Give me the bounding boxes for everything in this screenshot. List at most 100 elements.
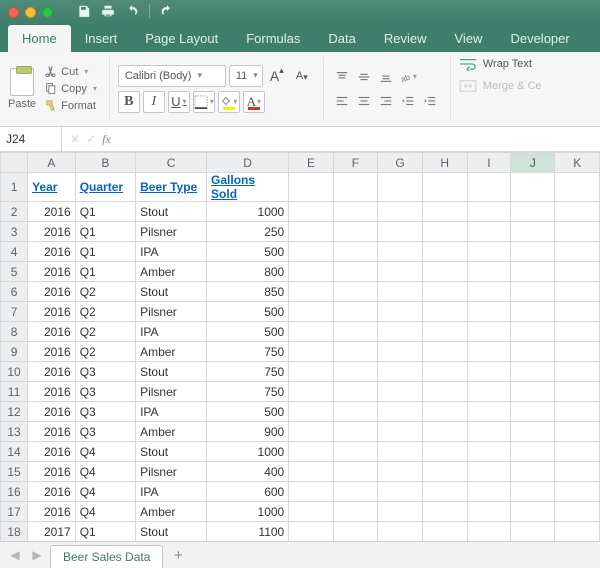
cell[interactable]: Q3	[75, 382, 135, 402]
cell[interactable]	[289, 342, 334, 362]
cell[interactable]	[467, 222, 511, 242]
col-header-a[interactable]: A	[28, 153, 76, 173]
fx-icon[interactable]: fx	[102, 132, 111, 147]
cell[interactable]: 2016	[28, 362, 76, 382]
copy-button[interactable]: Copy▾	[42, 81, 99, 96]
cell[interactable]	[333, 502, 377, 522]
cell[interactable]	[333, 422, 377, 442]
cell[interactable]: 750	[207, 362, 289, 382]
cell[interactable]: Amber	[136, 342, 207, 362]
minimize-window-icon[interactable]	[25, 7, 36, 18]
cell[interactable]: 1100	[207, 522, 289, 542]
cell[interactable]	[555, 302, 600, 322]
cell[interactable]: Q2	[75, 282, 135, 302]
cell[interactable]	[422, 522, 467, 542]
cell[interactable]	[333, 342, 377, 362]
tab-home[interactable]: Home	[8, 25, 71, 52]
cell[interactable]	[422, 242, 467, 262]
borders-button[interactable]: ▾	[193, 91, 215, 113]
cell[interactable]	[378, 202, 423, 222]
cell[interactable]	[555, 462, 600, 482]
tab-view[interactable]: View	[441, 25, 497, 52]
header-cell[interactable]: Year	[28, 173, 76, 202]
cell[interactable]	[333, 442, 377, 462]
cell[interactable]	[333, 462, 377, 482]
align-bottom-button[interactable]	[376, 67, 396, 87]
cell[interactable]	[378, 342, 423, 362]
format-painter-button[interactable]: Format	[42, 98, 99, 113]
cell[interactable]: 1000	[207, 202, 289, 222]
col-header-i[interactable]: I	[467, 153, 511, 173]
cell[interactable]: Q4	[75, 442, 135, 462]
cell[interactable]	[422, 322, 467, 342]
redo-icon[interactable]	[160, 4, 174, 21]
cell[interactable]	[378, 262, 423, 282]
cell[interactable]: IPA	[136, 322, 207, 342]
cell[interactable]	[378, 402, 423, 422]
cell[interactable]: Q2	[75, 302, 135, 322]
cell[interactable]	[289, 442, 334, 462]
cell[interactable]: 2016	[28, 222, 76, 242]
cell[interactable]: 2016	[28, 342, 76, 362]
cell[interactable]	[333, 202, 377, 222]
cell[interactable]	[422, 173, 467, 202]
cell[interactable]	[422, 442, 467, 462]
cell[interactable]: 1000	[207, 442, 289, 462]
col-header-j[interactable]: J	[511, 153, 555, 173]
cell[interactable]: 2016	[28, 242, 76, 262]
cell[interactable]: Q1	[75, 242, 135, 262]
cell[interactable]	[378, 382, 423, 402]
cell[interactable]	[555, 262, 600, 282]
cell[interactable]	[467, 442, 511, 462]
tab-formulas[interactable]: Formulas	[232, 25, 314, 52]
header-cell[interactable]: Beer Type	[136, 173, 207, 202]
cell[interactable]: Pilsner	[136, 302, 207, 322]
cell[interactable]	[289, 242, 334, 262]
select-all-corner[interactable]	[1, 153, 28, 173]
cell[interactable]: 400	[207, 462, 289, 482]
cell[interactable]	[289, 522, 334, 542]
grow-font-button[interactable]: A▴	[266, 65, 288, 87]
cell[interactable]: 900	[207, 422, 289, 442]
cell[interactable]	[467, 522, 511, 542]
cell[interactable]	[378, 482, 423, 502]
decrease-indent-button[interactable]	[398, 91, 418, 111]
cell[interactable]	[467, 422, 511, 442]
cell[interactable]	[333, 282, 377, 302]
cell[interactable]	[422, 462, 467, 482]
merge-center-button[interactable]: Merge & Ce	[459, 79, 542, 93]
cell[interactable]	[422, 222, 467, 242]
cell[interactable]	[422, 402, 467, 422]
row-header[interactable]: 11	[1, 382, 28, 402]
cell[interactable]	[555, 362, 600, 382]
header-cell[interactable]: Gallons Sold	[207, 173, 289, 202]
cell[interactable]	[378, 502, 423, 522]
cell[interactable]	[378, 442, 423, 462]
row-header[interactable]: 12	[1, 402, 28, 422]
col-header-k[interactable]: K	[555, 153, 600, 173]
cell[interactable]	[289, 282, 334, 302]
row-header[interactable]: 13	[1, 422, 28, 442]
row-header[interactable]: 4	[1, 242, 28, 262]
cell[interactable]	[378, 282, 423, 302]
cell[interactable]	[289, 302, 334, 322]
cell[interactable]: 2016	[28, 402, 76, 422]
cell[interactable]	[467, 502, 511, 522]
cell[interactable]: Q4	[75, 462, 135, 482]
cell[interactable]	[555, 442, 600, 462]
cell[interactable]	[555, 482, 600, 502]
row-header[interactable]: 16	[1, 482, 28, 502]
tab-data[interactable]: Data	[314, 25, 369, 52]
cell[interactable]	[555, 502, 600, 522]
cell[interactable]: Stout	[136, 442, 207, 462]
cell[interactable]	[555, 422, 600, 442]
cell[interactable]	[467, 282, 511, 302]
cell[interactable]	[289, 322, 334, 342]
align-center-button[interactable]	[354, 91, 374, 111]
col-header-d[interactable]: D	[207, 153, 289, 173]
cell[interactable]: Q4	[75, 482, 135, 502]
cell[interactable]	[511, 242, 555, 262]
cell[interactable]	[333, 242, 377, 262]
cell[interactable]	[511, 173, 555, 202]
row-header[interactable]: 2	[1, 202, 28, 222]
